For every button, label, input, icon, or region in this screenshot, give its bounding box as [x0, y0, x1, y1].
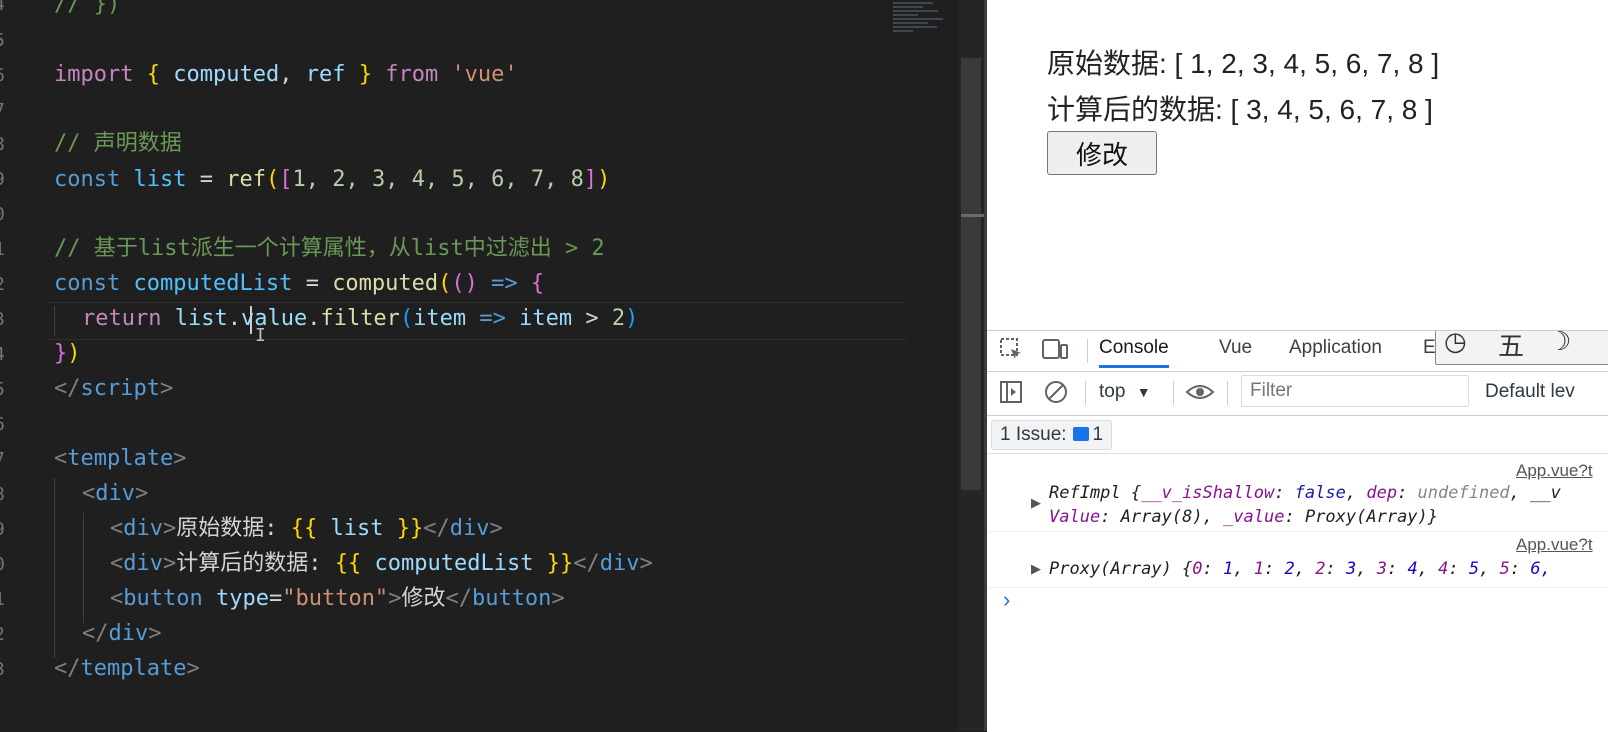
console-message: App.vue?t ▶ RefImpl {__v_isShallow: fals… — [987, 455, 1608, 532]
mouse-ibeam-cursor: I — [255, 325, 266, 346]
log-source-link[interactable]: App.vue?t — [1516, 461, 1608, 481]
line-number: 3 — [0, 309, 6, 330]
devtools-tabbar: Console Vue Application E ◷ 五 ☽ — [987, 331, 1608, 372]
line-number: 4 — [0, 344, 6, 365]
device-toolbar-icon[interactable] — [1041, 337, 1069, 369]
log-text-line: Value: Array(8), _value: Proxy(Array)} — [1049, 507, 1439, 527]
code-line-import: import { computed, ref } from 'vue' — [54, 62, 518, 87]
code-line-div-close: </div> — [82, 621, 162, 646]
devtools-panel: Console Vue Application E ◷ 五 ☽ top ▼ De… — [987, 330, 1608, 732]
line-number: 2 — [0, 274, 6, 295]
five-char-icon[interactable]: 五 — [1498, 331, 1524, 363]
moon-icon[interactable]: ☽ — [1548, 331, 1571, 357]
expand-arrow-icon[interactable]: ▶ — [1031, 495, 1041, 511]
context-select[interactable]: top ▼ — [1099, 381, 1151, 403]
message-icon — [1072, 427, 1089, 441]
line-number: 6 — [0, 414, 6, 435]
line-number: 1 — [0, 239, 6, 260]
code-comment: // 基于list派生一个计算属性，从list中过滤出 > 2 — [54, 236, 605, 261]
minimap[interactable] — [893, 0, 953, 44]
clear-console-icon[interactable] — [1043, 379, 1069, 411]
line-number: 2 — [0, 624, 6, 645]
indent-guide — [54, 478, 55, 658]
log-text-line[interactable]: Proxy(Array) {0: 1, 1: 2, 2: 3, 3: 4, 4:… — [1049, 557, 1551, 581]
line-number: 5 — [0, 379, 6, 400]
code-line-div-open: <div> — [82, 481, 149, 506]
browser-preview: 原始数据: [ 1, 2, 3, 4, 5, 6, 7, 8 ] 计算后的数据:… — [987, 0, 1608, 330]
issues-count: 1 — [1092, 424, 1104, 445]
line-number: 7 — [0, 449, 6, 470]
editor-scrollbar-thumb[interactable] — [961, 58, 981, 490]
toolbar-separator — [1173, 381, 1174, 405]
indent-guide — [83, 513, 84, 623]
line-number: 8 — [0, 484, 6, 505]
scrollbar-cursor-marker — [961, 214, 985, 217]
tab-more[interactable]: E — [1423, 337, 1436, 359]
toolbar-separator — [1227, 381, 1228, 405]
tab-application[interactable]: Application — [1289, 337, 1382, 359]
code-line-template-open: <template> — [54, 446, 187, 471]
issues-bar: 1 Issue: 1 — [987, 415, 1608, 454]
eye-icon[interactable] — [1185, 379, 1215, 411]
line-number: 5 — [0, 30, 6, 51]
log-text-line[interactable]: RefImpl {__v_isShallow: false, dep: unde… — [1049, 481, 1561, 505]
code-line-div-list: <div>原始数据: {{ list }}</div> — [110, 516, 503, 541]
filter-input[interactable] — [1241, 375, 1469, 407]
line-number: 6 — [0, 65, 6, 86]
extension-overlay: ◷ 五 ☽ — [1435, 331, 1608, 365]
code-editor[interactable]: 4 5 6 7 8 9 0 1 2 3 4 5 6 7 8 9 0 1 2 3 … — [0, 0, 985, 731]
context-value: top — [1099, 381, 1126, 402]
text-cursor — [250, 306, 252, 334]
code-line-div-computed: <div>计算后的数据: {{ computedList }}</div> — [110, 551, 653, 576]
log-source-link[interactable]: App.vue?t — [1516, 535, 1608, 555]
line-number: 1 — [0, 589, 6, 610]
tab-vue[interactable]: Vue — [1219, 337, 1252, 359]
line-number: 8 — [0, 134, 6, 155]
console-message: App.vue?t ▶ Proxy(Array) {0: 1, 1: 2, 2:… — [987, 533, 1608, 588]
original-data-text: 原始数据: [ 1, 2, 3, 4, 5, 6, 7, 8 ] — [1047, 48, 1440, 79]
toolbar-separator — [1087, 339, 1088, 363]
expand-arrow-icon[interactable]: ▶ — [1031, 561, 1041, 577]
line-number: 9 — [0, 169, 6, 190]
code-line-list: const list = ref([1, 2, 3, 4, 5, 6, 7, 8… — [54, 167, 611, 192]
indent-guide — [54, 306, 55, 336]
tab-console[interactable]: Console — [1099, 337, 1169, 368]
code-line-return: return list.value.filter(item => item > … — [82, 306, 639, 331]
line-number: 9 — [0, 519, 6, 540]
line-number: 7 — [0, 100, 6, 121]
code-line-button: <button type="button">修改</button> — [110, 586, 565, 611]
inspect-element-icon[interactable] — [999, 337, 1025, 369]
dropdown-arrow-icon: ▼ — [1136, 384, 1151, 400]
line-number: 0 — [0, 204, 6, 225]
log-levels-dropdown[interactable]: Default lev — [1485, 381, 1575, 403]
code-comment: // 声明数据 — [54, 131, 182, 156]
line-number: 3 — [0, 659, 6, 680]
line-number: 4 — [0, 0, 6, 15]
console-prompt-icon[interactable]: › — [1003, 587, 1010, 613]
sidebar-toggle-icon[interactable] — [999, 379, 1025, 411]
line-number: 0 — [0, 554, 6, 575]
code-line-close: }) — [54, 341, 81, 366]
modify-button[interactable]: 修改 — [1047, 131, 1157, 175]
code-line-computed: const computedList = computed(() => { — [54, 271, 545, 296]
toolbar-separator — [1085, 381, 1086, 405]
code-line-script-close: </script> — [54, 376, 174, 401]
issues-button[interactable]: 1 Issue: 1 — [991, 420, 1113, 450]
code-line-template-close: </template> — [54, 656, 200, 681]
console-toolbar: top ▼ Default lev — [987, 371, 1608, 416]
code-line: // }) — [54, 0, 121, 17]
timer-icon[interactable]: ◷ — [1444, 331, 1467, 357]
issues-label: 1 Issue: — [1000, 424, 1067, 445]
computed-data-text: 计算后的数据: [ 3, 4, 5, 6, 7, 8 ] — [1047, 94, 1433, 125]
